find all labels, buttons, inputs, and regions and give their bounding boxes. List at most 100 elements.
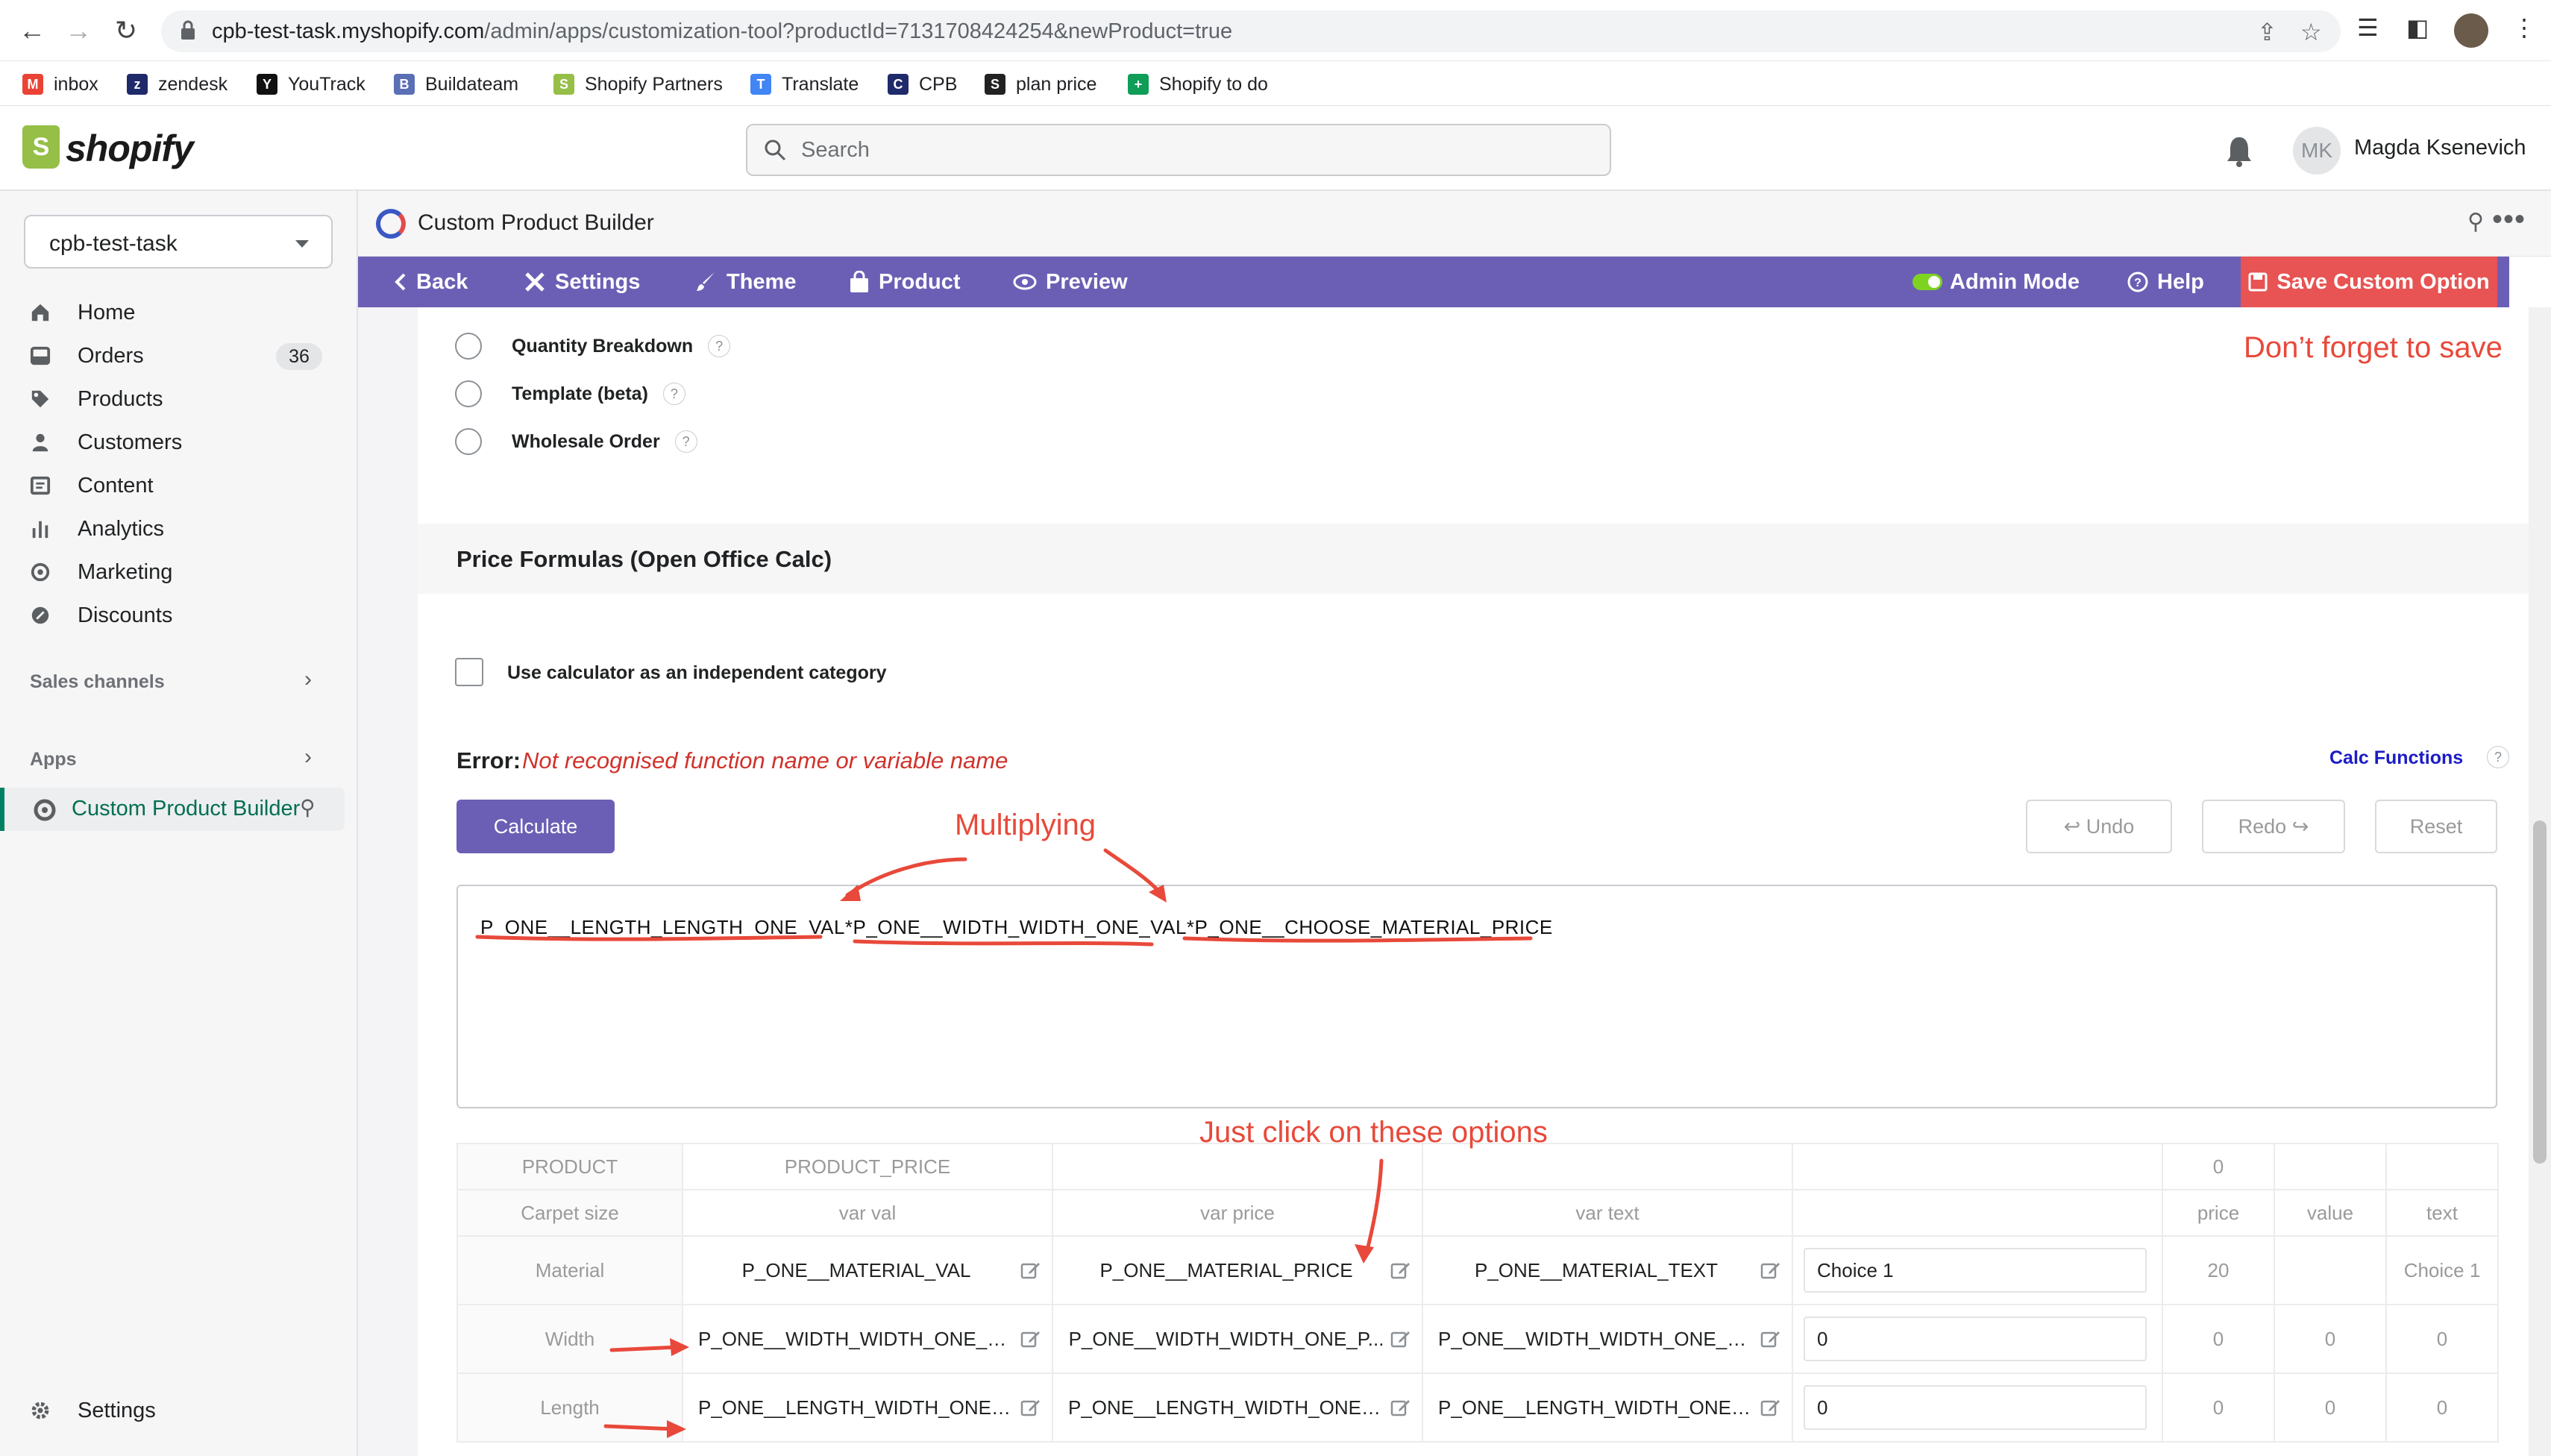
help-button[interactable]: ? Help [2127,257,2204,307]
user-avatar[interactable]: MK [2293,127,2341,175]
help-icon[interactable]: ? [674,430,697,453]
formula-textarea[interactable]: P_ONE__LENGTH_LENGTH_ONE_VAL*P_ONE__WIDT… [456,885,2497,1108]
variable-cell-var-text[interactable]: P_ONE__LENGTH_WIDTH_ONE_T... [1422,1372,1793,1443]
shopify-logo-icon[interactable]: S [22,125,60,169]
variable-cell-var-price[interactable]: P_ONE__LENGTH_WIDTH_ONE_P... [1052,1372,1423,1443]
product-price-header[interactable]: PRODUCT_PRICE [682,1143,1053,1190]
browser-back-icon[interactable]: ← [15,13,49,48]
variable-cell-var-text[interactable]: P_ONE__WIDTH_WIDTH_ONE_TE... [1422,1304,1793,1374]
radio-button[interactable] [455,333,482,360]
chevron-right-icon[interactable]: › [304,744,312,770]
redo-button[interactable]: Redo ↪ [2202,800,2345,853]
side-panel-icon[interactable]: ◧ [2406,13,2429,42]
browser-menu-icon[interactable]: ⋮ [2512,13,2536,42]
sidebar-item-discounts[interactable]: Discounts [18,595,340,636]
browser-reload-icon[interactable]: ↻ [109,13,143,48]
calc-functions-link[interactable]: Calc Functions [2329,747,2463,769]
pin-icon[interactable]: ⚲ [2467,209,2484,235]
user-name[interactable]: Magda Ksenevich [2354,136,2526,160]
preview-button[interactable]: Preview [1013,257,1128,307]
calculate-button[interactable]: Calculate [456,800,615,853]
scrollbar-thumb[interactable] [2533,820,2547,1164]
profile-avatar[interactable] [2454,13,2488,48]
variable-name[interactable]: P_ONE__LENGTH_WIDTH_ONE_T... [1438,1396,1768,1419]
edit-icon[interactable] [1390,1260,1411,1281]
shopify-logo-text[interactable]: shopify [66,127,194,170]
bookmark-item[interactable]: z zendesk [127,72,228,97]
independent-category-checkbox[interactable] [455,658,483,686]
help-icon[interactable]: ? [708,335,731,357]
sidebar-item-marketing[interactable]: Marketing [18,552,340,592]
sales-channels-heading[interactable]: Sales channels [30,671,165,693]
sidebar-item-custom-product-builder[interactable]: Custom Product Builder ⚲ [0,788,345,831]
help-icon[interactable]: ? [662,383,685,405]
sidebar-item-settings[interactable]: Settings [18,1390,340,1431]
sidebar-item-content[interactable]: Content [18,465,340,506]
share-icon[interactable]: ⇪ [2257,18,2277,46]
settings-button[interactable]: Settings [524,257,640,307]
search-box[interactable] [746,124,1611,176]
edit-icon[interactable] [1390,1397,1411,1418]
product-button[interactable]: Product [849,257,961,307]
sidebar-item-analytics[interactable]: Analytics [18,509,340,549]
chevron-right-icon[interactable]: › [304,667,312,692]
variable-cell-var-val[interactable]: P_ONE__MATERIAL_VAL [682,1235,1053,1305]
store-selector[interactable]: cpb-test-task [24,215,333,269]
variable-name[interactable]: P_ONE__WIDTH_WIDTH_ONE_P... [1069,1328,1384,1350]
bookmark-item[interactable]: Y YouTrack [257,72,365,97]
edit-icon[interactable] [1760,1260,1781,1281]
bookmark-star-icon[interactable]: ☆ [2300,18,2322,46]
variable-name[interactable]: P_ONE__WIDTH_WIDTH_ONE_TE... [1438,1328,1768,1350]
bell-icon[interactable] [2224,134,2254,167]
sidebar-item-home[interactable]: Home [18,292,340,333]
variable-name[interactable]: P_ONE__LENGTH_WIDTH_ONE_V... [698,1396,1029,1419]
reset-button[interactable]: Reset [2375,800,2497,853]
browser-forward-icon[interactable]: → [61,13,95,48]
variable-name[interactable]: P_ONE__MATERIAL_PRICE [1099,1259,1352,1281]
admin-mode-toggle[interactable]: Admin Mode [1913,257,2080,307]
more-options-icon[interactable]: ••• [2492,203,2526,236]
variable-cell-var-price[interactable]: P_ONE__WIDTH_WIDTH_ONE_P... [1052,1304,1423,1374]
radio-button[interactable] [455,428,482,455]
edit-icon[interactable] [1760,1397,1781,1418]
save-custom-option-button[interactable]: Save Custom Option [2241,257,2497,307]
bookmark-item[interactable]: S Shopify Partners [553,72,723,97]
theme-button[interactable]: Theme [695,257,796,307]
sidebar-item-orders[interactable]: Orders 36 [18,336,340,376]
option-radio-row[interactable]: Template (beta)? [455,379,685,409]
radio-button[interactable] [455,380,482,407]
apps-heading[interactable]: Apps [30,749,77,771]
value-input[interactable] [1804,1248,2147,1293]
bookmark-item[interactable]: T Translate [750,72,859,97]
help-icon[interactable]: ? [2487,746,2509,768]
sidebar-item-customers[interactable]: Customers [18,422,340,462]
edit-icon[interactable] [1390,1328,1411,1349]
variable-name[interactable]: P_ONE__MATERIAL_TEXT [1475,1259,1718,1281]
bookmark-item[interactable]: Splan price [985,72,1096,97]
address-bar[interactable]: cpb-test-task.myshopify.com/admin/apps/c… [161,10,2341,52]
bookmark-item[interactable]: + Shopify to do [1128,72,1268,97]
option-radio-row[interactable]: Quantity Breakdown? [455,331,731,361]
edit-icon[interactable] [1760,1328,1781,1349]
variable-name[interactable]: P_ONE__WIDTH_WIDTH_ONE_VAL [698,1328,1022,1350]
bookmark-item[interactable]: Minbox [22,72,98,97]
bookmark-item[interactable]: B Buildateam [394,72,518,97]
edit-icon[interactable] [1020,1260,1041,1281]
variable-name[interactable]: P_ONE__MATERIAL_VAL [742,1259,971,1281]
variable-cell-var-text[interactable]: P_ONE__MATERIAL_TEXT [1422,1235,1793,1305]
edit-icon[interactable] [1020,1397,1041,1418]
variable-cell-var-val[interactable]: P_ONE__LENGTH_WIDTH_ONE_V... [682,1372,1053,1443]
variable-cell-var-price[interactable]: P_ONE__MATERIAL_PRICE [1052,1235,1423,1305]
edit-icon[interactable] [1020,1328,1041,1349]
value-input[interactable] [1804,1385,2147,1430]
pin-icon[interactable]: ⚲ [300,795,316,820]
back-button[interactable]: Back [394,257,468,307]
value-input[interactable] [1804,1317,2147,1361]
reading-list-icon[interactable]: ☰ [2357,13,2379,42]
variable-cell-var-val[interactable]: P_ONE__WIDTH_WIDTH_ONE_VAL [682,1304,1053,1374]
sidebar-item-products[interactable]: Products [18,379,340,419]
undo-button[interactable]: ↩ Undo [2026,800,2172,853]
variable-name[interactable]: P_ONE__LENGTH_WIDTH_ONE_P... [1068,1396,1399,1419]
bookmark-item[interactable]: C CPB [888,72,957,97]
option-radio-row[interactable]: Wholesale Order? [455,427,697,456]
